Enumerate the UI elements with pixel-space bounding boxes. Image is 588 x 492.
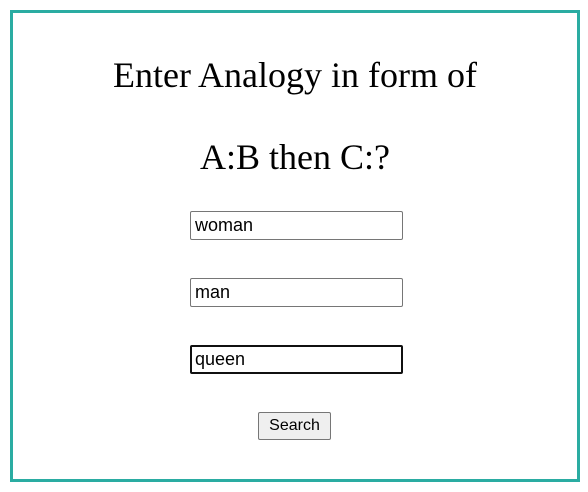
word-b-input[interactable] <box>190 278 403 307</box>
analogy-panel: Enter Analogy in form of A:B then C:? Se… <box>10 10 580 482</box>
word-a-input[interactable] <box>190 211 403 240</box>
search-button[interactable]: Search <box>258 412 331 440</box>
word-c-input[interactable] <box>190 345 403 374</box>
heading-line-1: Enter Analogy in form of <box>113 55 477 95</box>
heading-line-2: A:B then C:? <box>200 137 390 177</box>
